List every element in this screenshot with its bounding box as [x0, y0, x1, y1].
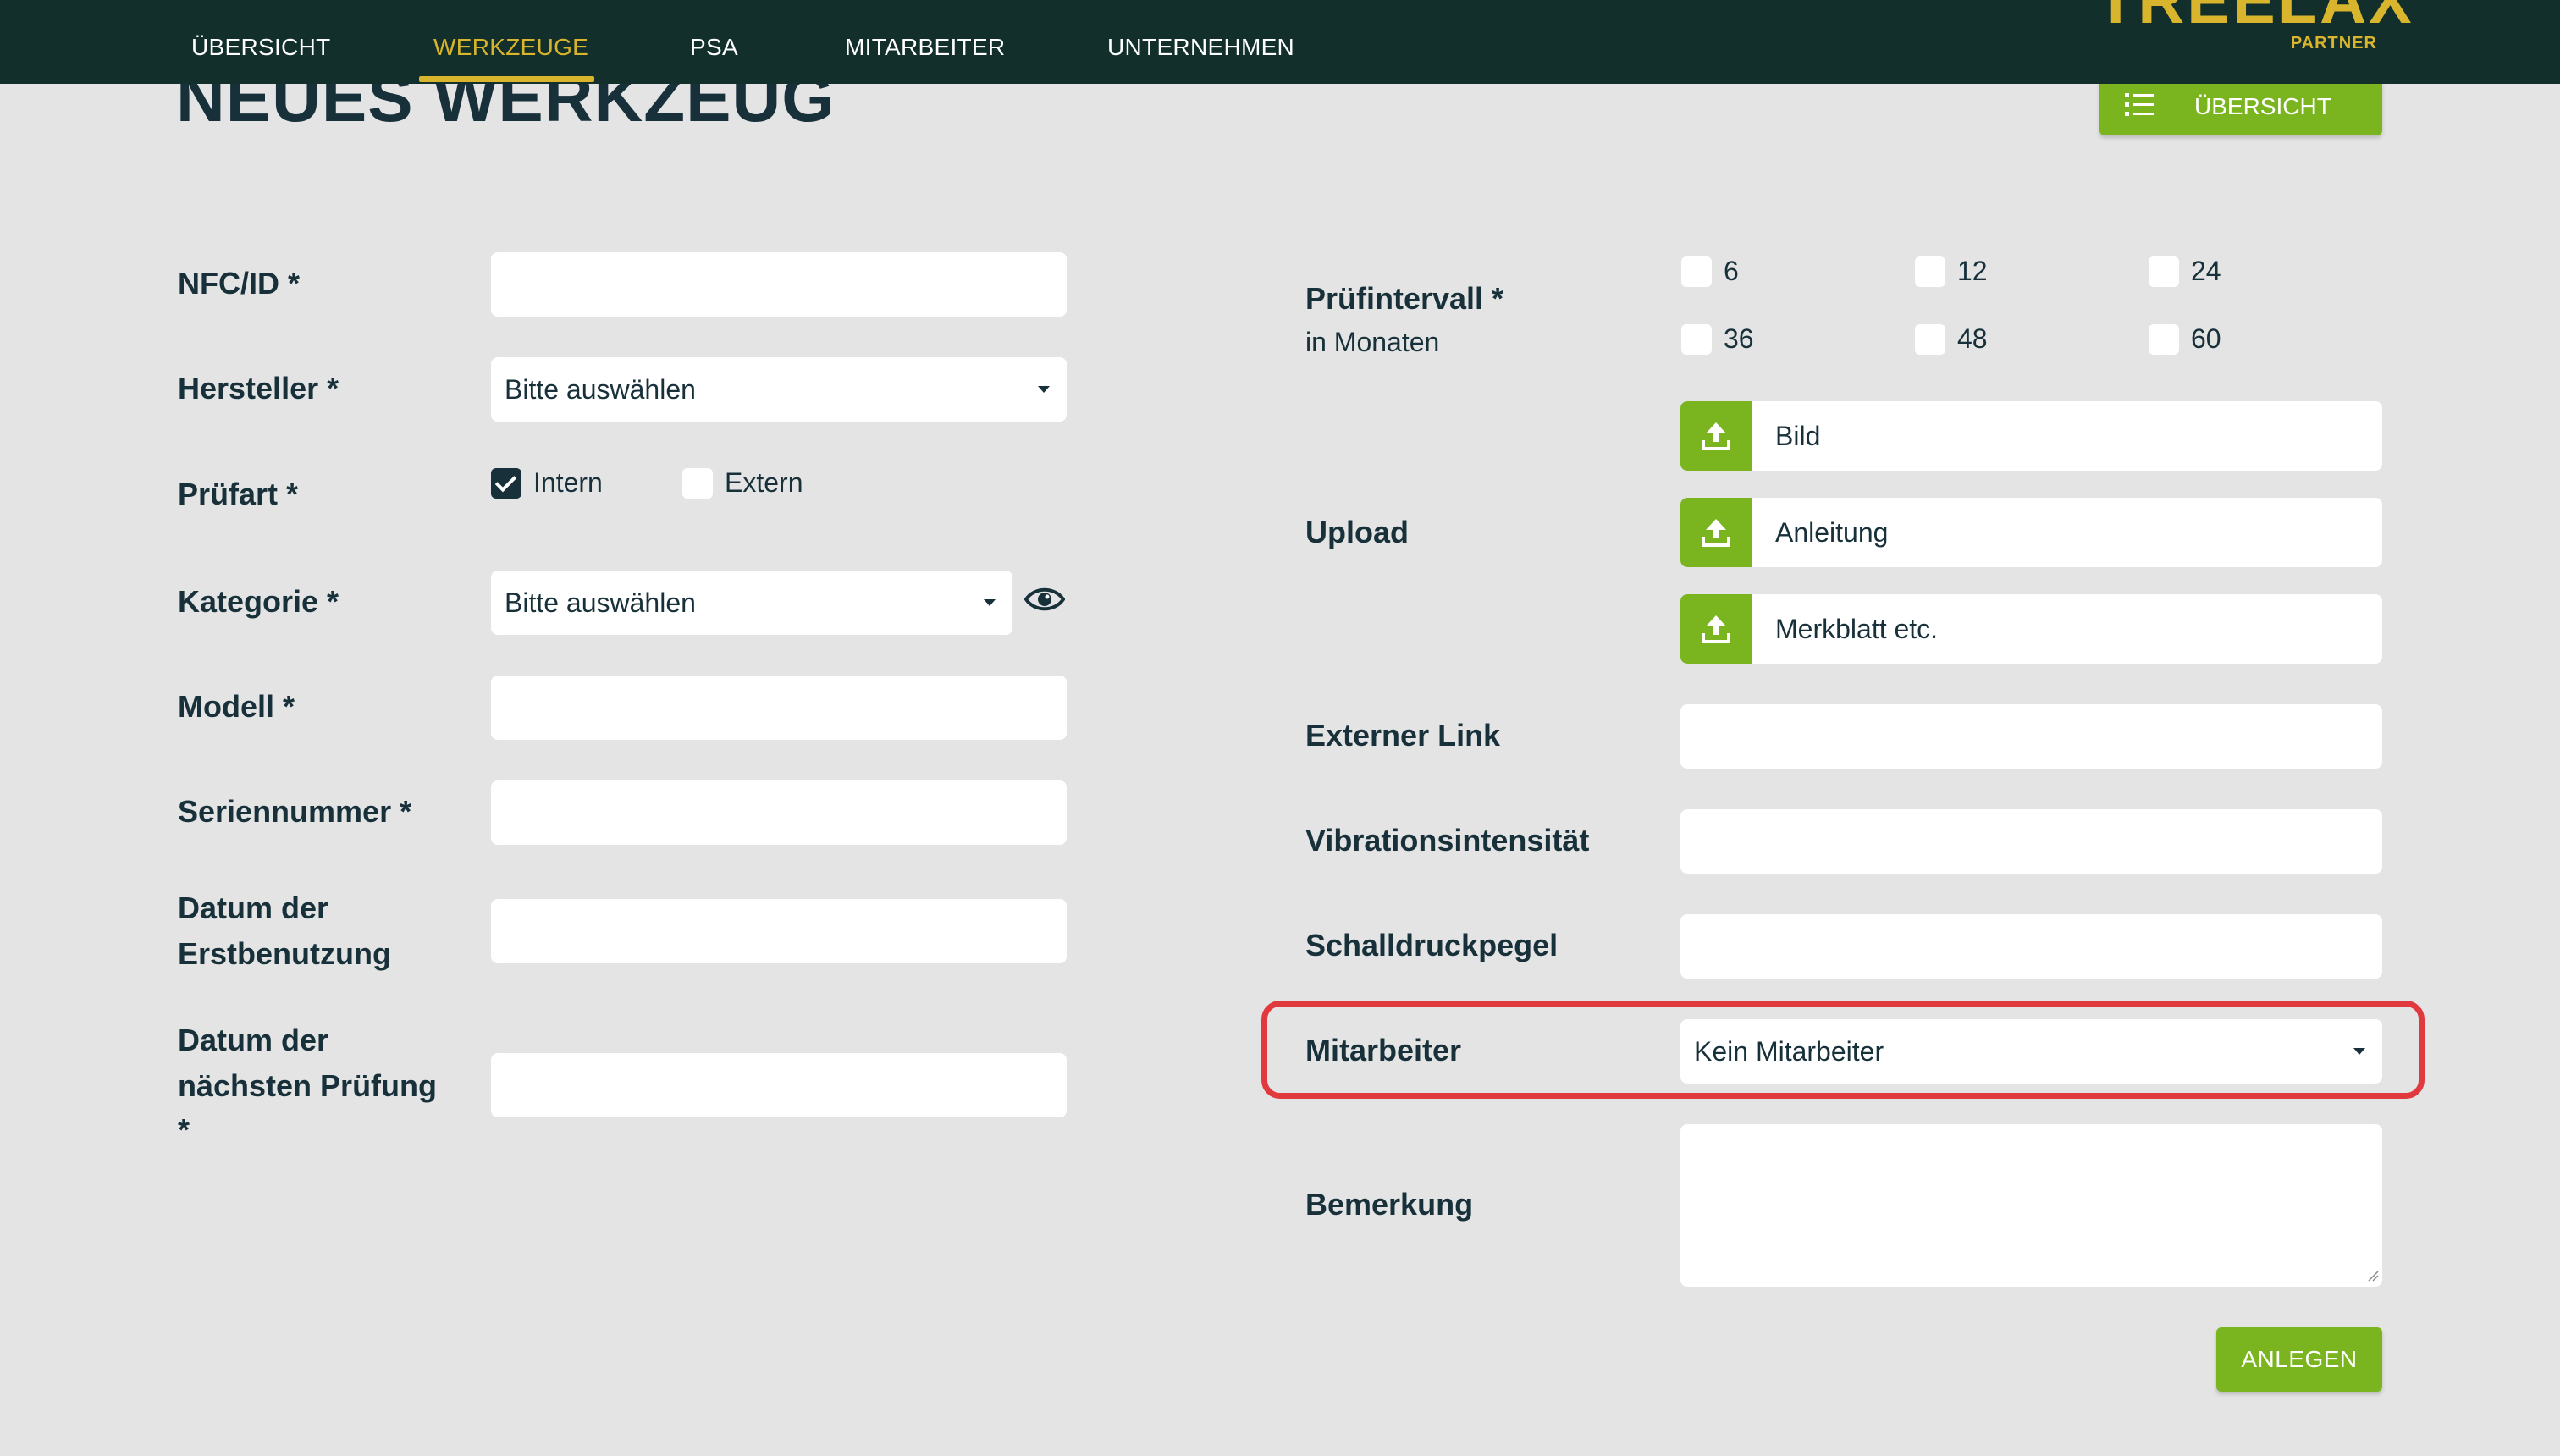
chevron-down-icon: [2353, 1048, 2365, 1055]
upload-label: Upload: [1305, 515, 1409, 549]
model-input[interactable]: [491, 676, 1067, 740]
nav-active-underline: [419, 76, 594, 82]
first-use-label-line2: Erstbenutzung: [178, 936, 391, 971]
first-use-label-line1: Datum der: [178, 891, 329, 925]
upload-datasheet-button[interactable]: [1680, 594, 1752, 664]
checkbox-icon: [682, 467, 713, 499]
overview-button-label: ÜBERSICHT: [2194, 93, 2331, 119]
checkbox-icon: [1681, 256, 1712, 287]
employee-select-value: Kein Mitarbeiter: [1694, 1036, 1884, 1067]
upload-image-field[interactable]: Bild: [1680, 401, 2382, 471]
remark-textarea[interactable]: [1680, 1124, 2382, 1287]
employee-label: Mitarbeiter: [1305, 1033, 1462, 1067]
test-type-extern-checkbox[interactable]: Extern: [682, 467, 803, 499]
manufacturer-label: Hersteller *: [178, 371, 339, 405]
upload-manual-label: Anleitung: [1775, 517, 1889, 548]
checkbox-icon: [1681, 323, 1712, 355]
upload-datasheet-field[interactable]: Merkblatt etc.: [1680, 594, 2382, 664]
interval-24-label: 24: [2191, 256, 2221, 286]
upload-image-label: Bild: [1775, 421, 1821, 451]
checkbox-checked-icon: [491, 467, 521, 499]
upload-manual-button[interactable]: [1680, 498, 1752, 567]
interval-label: Prüfintervall *: [1305, 281, 1504, 316]
chevron-down-icon: [984, 599, 996, 606]
checkbox-icon: [1915, 323, 1945, 355]
resize-handle-icon[interactable]: [2367, 1270, 2379, 1282]
nav-item-unternehmen[interactable]: UNTERNEHMEN: [1107, 34, 1294, 61]
top-navigation: ÜBERSICHT WERKZEUGE PSA MITARBEITER UNTE…: [0, 0, 2560, 84]
vibration-input[interactable]: [1680, 809, 2382, 874]
logo-subtitle: PARTNER: [2290, 34, 2377, 52]
interval-6-label: 6: [1724, 256, 1739, 286]
external-link-input[interactable]: [1680, 704, 2382, 769]
overview-button[interactable]: ÜBERSICHT: [2099, 76, 2382, 135]
interval-12-checkbox[interactable]: 12: [1915, 256, 1988, 287]
external-link-label: Externer Link: [1305, 718, 1501, 753]
next-test-label-line2: nächsten Prüfung: [178, 1068, 438, 1103]
upload-icon: [1702, 519, 1730, 547]
upload-image-button[interactable]: [1680, 401, 1752, 471]
interval-60-label: 60: [2191, 323, 2221, 354]
interval-48-checkbox[interactable]: 48: [1915, 323, 1988, 355]
list-icon: [2125, 93, 2154, 116]
sound-pressure-label: Schalldruckpegel: [1305, 928, 1559, 962]
employee-select[interactable]: Kein Mitarbeiter: [1680, 1019, 2382, 1084]
remark-label: Bemerkung: [1305, 1187, 1474, 1222]
nfc-label: NFC/ID *: [178, 266, 300, 301]
test-type-intern-label: Intern: [533, 467, 603, 498]
upload-datasheet-label: Merkblatt etc.: [1775, 614, 1939, 644]
category-label: Kategorie *: [178, 584, 339, 619]
nav-item-werkzeuge[interactable]: WERKZEUGE: [433, 34, 588, 61]
interval-36-label: 36: [1724, 323, 1754, 354]
checkbox-icon: [2149, 256, 2179, 287]
logo[interactable]: TREELAX: [2096, 0, 2414, 34]
interval-sublabel: in Monaten: [1305, 327, 1440, 357]
serial-label: Seriennummer *: [178, 794, 412, 829]
nav-item-uebersicht[interactable]: ÜBERSICHT: [191, 34, 331, 61]
next-test-label-line1: Datum der: [178, 1023, 329, 1057]
test-type-intern-checkbox[interactable]: Intern: [491, 467, 603, 499]
test-type-extern-label: Extern: [725, 467, 803, 498]
model-label: Modell *: [178, 689, 295, 724]
nfc-input[interactable]: [491, 252, 1067, 317]
interval-48-label: 48: [1957, 323, 1988, 354]
vibration-label: Vibrationsintensität: [1305, 823, 1590, 858]
interval-24-checkbox[interactable]: 24: [2149, 256, 2221, 287]
interval-6-checkbox[interactable]: 6: [1681, 256, 1739, 287]
chevron-down-icon: [1038, 386, 1050, 393]
interval-12-label: 12: [1957, 256, 1988, 286]
manufacturer-select[interactable]: Bitte auswählen: [491, 357, 1067, 422]
nav-item-mitarbeiter[interactable]: MITARBEITER: [845, 34, 1005, 61]
nav-item-psa[interactable]: PSA: [690, 34, 738, 61]
upload-manual-field[interactable]: Anleitung: [1680, 498, 2382, 567]
page: ÜBERSICHT WERKZEUGE PSA MITARBEITER UNTE…: [0, 0, 2560, 1456]
checkbox-icon: [2149, 323, 2179, 355]
first-use-date-input[interactable]: [491, 899, 1067, 963]
category-select[interactable]: Bitte auswählen: [491, 571, 1012, 635]
create-button[interactable]: ANLEGEN: [2216, 1327, 2382, 1392]
interval-36-checkbox[interactable]: 36: [1681, 323, 1754, 355]
upload-icon: [1702, 422, 1730, 450]
next-test-date-input[interactable]: [491, 1053, 1067, 1117]
next-test-label-line3: *: [178, 1112, 190, 1147]
sound-pressure-input[interactable]: [1680, 914, 2382, 979]
checkbox-icon: [1915, 256, 1945, 287]
eye-icon[interactable]: [1024, 584, 1065, 615]
serial-input[interactable]: [491, 780, 1067, 845]
upload-icon: [1702, 615, 1730, 643]
interval-60-checkbox[interactable]: 60: [2149, 323, 2221, 355]
manufacturer-select-value: Bitte auswählen: [505, 374, 696, 405]
test-type-label: Prüfart *: [178, 477, 299, 511]
category-select-value: Bitte auswählen: [505, 587, 696, 618]
